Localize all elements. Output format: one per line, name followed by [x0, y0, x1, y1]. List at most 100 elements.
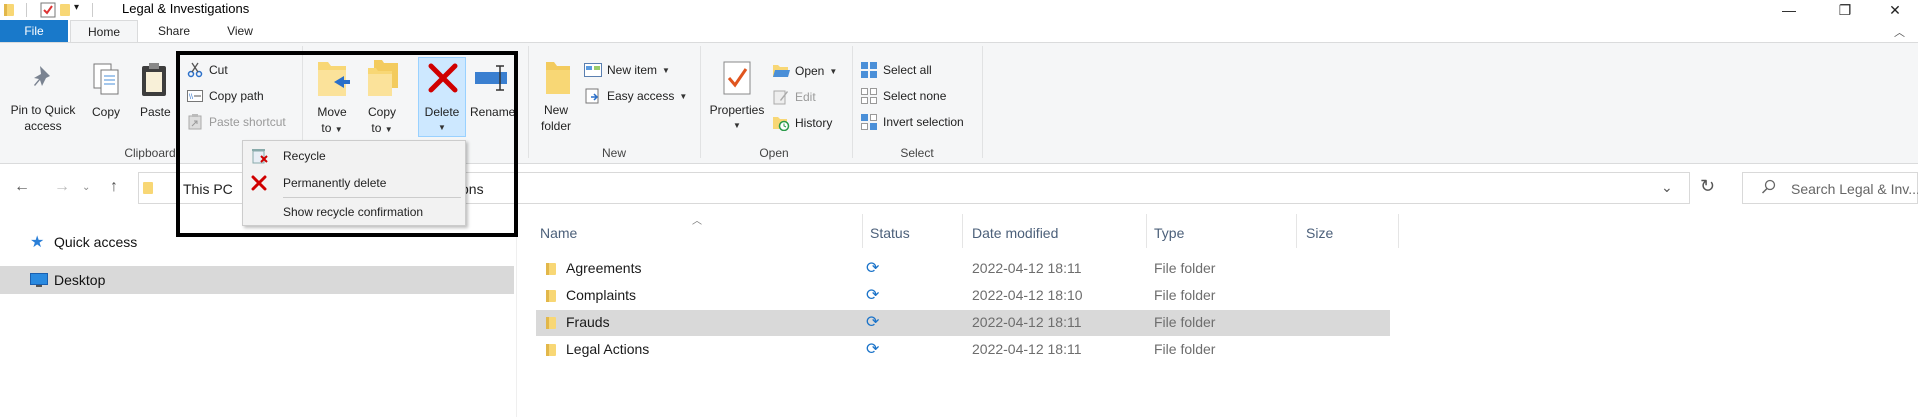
copy-path-icon: \\	[186, 87, 204, 105]
pane-divider	[516, 214, 517, 417]
delete-button[interactable]: Delete ▼	[418, 57, 466, 137]
easy-access-button[interactable]: Easy access ▼	[584, 85, 687, 107]
maximize-button[interactable]: ❐	[1822, 0, 1868, 20]
properties-icon	[722, 60, 752, 99]
column-divider	[1296, 214, 1297, 248]
tab-file[interactable]: File	[0, 20, 68, 42]
scissors-icon	[186, 61, 204, 79]
column-header-type[interactable]: Type	[1154, 222, 1184, 244]
move-to-icon	[316, 58, 350, 101]
file-name: Agreements	[566, 260, 642, 276]
sync-status-icon: ⟳	[866, 287, 880, 304]
invert-selection-button[interactable]: Invert selection	[860, 111, 964, 133]
date-modified: 2022-04-12 18:11	[972, 314, 1082, 330]
forward-arrow-icon[interactable]: →	[54, 178, 70, 196]
delete-label: Delete	[424, 105, 460, 119]
properties-quick-icon[interactable]	[40, 2, 56, 21]
close-button[interactable]: ✕	[1872, 0, 1918, 20]
file-type: File folder	[1154, 260, 1216, 276]
sync-status-icon: ⟳	[866, 260, 880, 277]
table-row[interactable]: Complaints ⟳ 2022-04-12 18:10 File folde…	[536, 283, 1390, 309]
minimize-button[interactable]: —	[1766, 0, 1812, 20]
up-arrow-icon[interactable]: ↑	[110, 178, 118, 196]
date-modified: 2022-04-12 18:11	[972, 341, 1082, 357]
chevron-down-icon: ▼	[384, 125, 393, 134]
copy-path-button[interactable]: \\ Copy path	[186, 85, 264, 107]
sync-status-icon: ⟳	[866, 314, 880, 331]
group-divider	[852, 46, 853, 158]
menu-item-show-recycle-confirmation[interactable]: Show recycle confirmation	[243, 199, 465, 225]
new-item-button[interactable]: New item ▼	[584, 59, 670, 81]
pin-icon	[32, 64, 56, 95]
edit-button[interactable]: Edit	[772, 86, 816, 108]
new-folder-quick-icon[interactable]	[60, 3, 70, 20]
history-button[interactable]: History	[772, 112, 832, 134]
table-row[interactable]: Frauds ⟳ 2022-04-12 18:11 File folder	[536, 310, 1390, 336]
file-name: Legal Actions	[566, 341, 650, 357]
delete-x-icon	[251, 175, 271, 191]
column-header-size[interactable]: Size	[1306, 222, 1333, 244]
address-history-chevron-icon[interactable]: ⌄	[1661, 179, 1673, 196]
open-label: Open	[795, 64, 825, 78]
copy-path-label: Copy path	[209, 89, 264, 103]
paste-shortcut-label: Paste shortcut	[209, 115, 286, 129]
group-label-new: New	[601, 146, 626, 160]
pin-to-quick-access-button[interactable]: Pin to Quick access	[4, 62, 82, 142]
sort-ascending-icon: ︿	[692, 216, 702, 227]
select-all-button[interactable]: Select all	[860, 59, 932, 81]
nav-item-desktop[interactable]: Desktop	[0, 266, 514, 294]
properties-label: Properties	[709, 103, 765, 117]
refresh-icon[interactable]: ↻	[1700, 176, 1715, 197]
rename-button[interactable]: Rename	[470, 58, 518, 142]
folder-icon	[546, 343, 556, 360]
paste-button[interactable]: Paste	[136, 62, 176, 142]
new-folder-button[interactable]: New folder	[536, 60, 576, 144]
group-divider	[982, 46, 983, 158]
move-to-button[interactable]: Move to ▼	[312, 58, 352, 142]
search-placeholder: Search Legal & Inv...	[1791, 181, 1918, 197]
collapse-ribbon-icon[interactable]: ︿	[1894, 24, 1905, 40]
copy-button[interactable]: Copy	[86, 62, 126, 142]
folder-icon	[546, 316, 556, 333]
easy-access-label: Easy access	[607, 89, 675, 103]
invert-selection-icon	[860, 113, 878, 131]
paste-shortcut-button[interactable]: Paste shortcut	[186, 111, 286, 133]
open-button[interactable]: Open ▼	[772, 60, 837, 82]
menu-item-label: Recycle	[283, 149, 326, 163]
search-box[interactable]: Search Legal & Inv...	[1742, 172, 1918, 204]
star-icon: ★	[30, 234, 45, 251]
customize-quick-access-icon[interactable]: ▾	[74, 2, 79, 13]
menu-item-permanently-delete[interactable]: Permanently delete	[243, 170, 465, 196]
copy-to-label-line1: Copy	[367, 105, 396, 119]
table-row[interactable]: Legal Actions ⟳ 2022-04-12 18:11 File fo…	[536, 337, 1390, 363]
back-arrow-icon[interactable]: ←	[14, 178, 30, 196]
menu-item-recycle[interactable]: Recycle	[243, 143, 465, 169]
tab-home[interactable]: Home	[70, 20, 138, 42]
copy-label: Copy	[91, 105, 120, 119]
new-folder-label-line2: folder	[540, 119, 572, 133]
table-row[interactable]: Agreements ⟳ 2022-04-12 18:11 File folde…	[536, 256, 1390, 282]
folder-icon	[143, 181, 153, 198]
delete-x-icon	[427, 62, 459, 97]
tab-view[interactable]: View	[208, 20, 272, 42]
properties-button[interactable]: Properties ▼	[706, 60, 768, 144]
breadcrumb-this-pc[interactable]: This PC	[183, 181, 233, 197]
pin-label-line1: Pin to Quick	[10, 103, 76, 117]
history-icon	[772, 114, 790, 132]
nav-item-label: Quick access	[54, 234, 138, 250]
recent-locations-chevron-icon[interactable]: ⌄	[82, 182, 90, 193]
cut-button[interactable]: Cut	[186, 59, 228, 81]
select-none-icon	[860, 87, 878, 105]
group-label-clipboard: Clipboard	[124, 146, 176, 160]
folder-icon	[546, 289, 556, 306]
copy-to-button[interactable]: Copy to ▼	[362, 58, 402, 142]
select-none-button[interactable]: Select none	[860, 85, 946, 107]
chevron-down-icon: ▼	[733, 121, 741, 130]
date-modified: 2022-04-12 18:11	[972, 260, 1082, 276]
divider	[26, 3, 27, 17]
tab-share[interactable]: Share	[140, 20, 208, 42]
column-header-status[interactable]: Status	[870, 222, 910, 244]
column-header-name[interactable]: Name	[540, 222, 577, 244]
nav-item-quick-access[interactable]: ★ Quick access	[0, 228, 514, 256]
column-header-date-modified[interactable]: Date modified	[972, 222, 1058, 244]
